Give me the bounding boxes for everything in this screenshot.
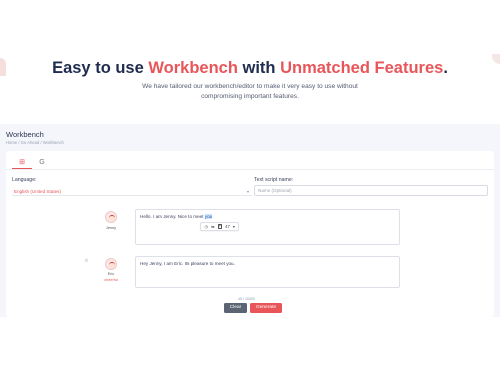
speaker-text-jenny: Hello. I am Jenny. Nice to meet you [140,214,213,219]
avatar-face-icon [109,262,115,268]
editor-tabs: ⊞ G [12,155,52,169]
hero-title: Easy to use Workbench with Unmatched Fea… [52,59,448,77]
breadcrumb[interactable]: Home / Go Ahead / Workbench [6,140,64,145]
page-title: Workbench [6,130,44,139]
workbench-app: Workbench Home / Go Ahead / Workbench ⊞ … [0,124,500,317]
hero-subtitle: We have tailored our workbench/editor to… [142,83,358,100]
page-footer-space [0,317,500,375]
character-counter: 45 / 10000 [238,297,255,301]
speaker-text-eric: Hey Jenny, I am Eric. Its pleasure to me… [140,261,235,266]
avatar-face-icon [109,215,115,221]
divider [6,169,494,170]
grid-icon: ⊞ [19,158,25,166]
google-icon: G [39,158,45,166]
swap-icon[interactable]: ⇆ [211,224,215,229]
tab-grid[interactable]: ⊞ [12,155,32,169]
script-name-input[interactable]: Name (Optional) [254,185,488,196]
avatar-jenny[interactable] [105,211,117,223]
speaker-text-box-eric[interactable]: Hey Jenny, I am Eric. Its pleasure to me… [135,256,400,288]
pause-icon[interactable]: P [217,224,223,229]
language-value: English (United States) [14,189,61,194]
avatar-eric[interactable] [105,258,117,270]
selected-text: you [204,214,213,219]
tab-google[interactable]: G [32,155,52,169]
speaker-name-eric: Eric [107,272,115,276]
clock-icon[interactable]: ◷ [205,224,209,229]
language-select[interactable]: English (United States) ▾ [12,188,252,196]
editor-card: ⊞ G Language: English (United States) ▾ … [6,151,494,317]
drag-handle-icon[interactable]: ⠿ [85,258,88,263]
hero-section: Easy to use Workbench with Unmatched Fea… [0,0,500,118]
generate-button[interactable]: Generate [250,303,282,313]
text-format-toolbar: ◷ ⇆ P 47 ▾ [200,222,240,231]
speaker-name-jenny: Jenny [105,226,117,230]
toolbar-value[interactable]: 47 [225,224,230,229]
chevron-down-icon[interactable]: ▾ [233,224,235,229]
voice-style-label[interactable]: cheerful [96,278,126,282]
script-name-label: Text script name: [254,177,294,183]
speaker-text-box-jenny[interactable]: Hello. I am Jenny. Nice to meet you ◷ ⇆ … [135,209,400,245]
language-label: Language: [12,177,37,183]
clear-button[interactable]: Clear [224,303,247,313]
chevron-down-icon: ▾ [246,189,249,194]
